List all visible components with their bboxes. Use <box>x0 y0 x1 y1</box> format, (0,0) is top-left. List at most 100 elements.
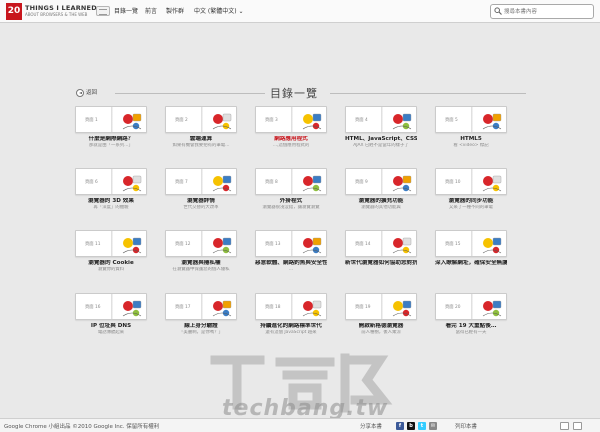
toc-card-thumbnail[interactable]: 頁面 14 <box>345 230 417 257</box>
minimize-icon[interactable] <box>573 422 582 430</box>
toc-card-thumbnail[interactable]: 頁面 5 <box>435 106 507 133</box>
toc-card-7[interactable]: 頁面 7 瀏覽器詳情 世代交替的大改革 <box>165 168 237 210</box>
chapter-subtitle: 世代交替的大改革 <box>183 204 219 210</box>
toc-card-thumbnail[interactable]: 頁面 2 <box>165 106 237 133</box>
toc-card-2[interactable]: 頁面 2 雲端運算 如果有機會我要把有的筆電… <box>165 106 237 148</box>
toc-card-16[interactable]: 頁面 16 IP 位址與 DNS 電話簿聽起來 <box>75 293 147 335</box>
toc-card-14[interactable]: 頁面 14 新世代瀏覽器如何協助您對抗惡意軟體與網路釣魚 <box>345 230 417 267</box>
toc-card-6[interactable]: 頁面 6 瀏覽器的 3D 效果 再「深度」的體驗 <box>75 168 147 210</box>
chapter-title[interactable]: HTML5 <box>435 136 507 143</box>
page-number-label: 頁面 1 <box>85 118 98 123</box>
nav-toc-link[interactable]: 目錄一覽 <box>114 6 138 15</box>
nav-intro-link[interactable]: 前言 <box>145 6 157 15</box>
chapter-title[interactable]: 惡意軟體、網路釣魚與安全性風險 <box>255 260 327 267</box>
toc-card-12[interactable]: 頁面 12 瀏覽器與隱私權 在瀏覽器中保護您的個人隱私 <box>165 230 237 272</box>
toc-card-thumbnail[interactable]: 頁面 18 <box>255 293 327 320</box>
toc-card-15[interactable]: 頁面 15 深入瞭解網址，確保安全無虞 <box>435 230 507 267</box>
page-number-label: 頁面 6 <box>85 180 98 185</box>
toc-card-thumbnail[interactable]: 頁面 4 <box>345 106 417 133</box>
fullscreen-icon[interactable] <box>560 422 569 430</box>
toc-card-5[interactable]: 頁面 5 HTML5 看 <video> 標記 <box>435 106 507 148</box>
logo-subtitle: ABOUT BROWSERS & THE WEB <box>25 12 88 17</box>
chapter-title[interactable]: 深入瞭解網址，確保安全無虞 <box>435 260 507 267</box>
print-button[interactable]: 列印本書 <box>455 422 477 430</box>
chapter-title[interactable]: 瀏覽器的同步功能 <box>435 198 507 205</box>
chapter-title[interactable]: 外掛程式 <box>255 198 327 205</box>
page-number-label: 頁面 10 <box>445 180 461 185</box>
toc-card-thumbnail[interactable]: 頁面 17 <box>165 293 237 320</box>
chapter-title[interactable]: 什麼是網際網路？ <box>75 136 147 143</box>
toc-card-13[interactable]: 頁面 13 惡意軟體、網路釣魚與安全性風險… <box>255 230 327 272</box>
bottom-bar: Google Chrome 小組出品 ©2010 Google Inc. 保留所… <box>0 418 600 432</box>
logo[interactable]: 20 THINGS I LEARNED ABOUT BROWSERS & THE… <box>6 3 97 20</box>
page-number-label: 頁面 11 <box>85 242 101 247</box>
twitter-icon[interactable]: t <box>418 422 426 430</box>
toc-card-thumbnail[interactable]: 頁面 12 <box>165 230 237 257</box>
facebook-icon[interactable]: f <box>396 422 404 430</box>
nav-credits-link[interactable]: 製作群 <box>166 6 184 15</box>
language-select[interactable]: 中文 (繁體中文) ⌄ <box>194 6 244 15</box>
toc-card-8[interactable]: 頁面 8 外掛程式 瀏覽器很淺沒錯，讓瀏覽瀏覽 <box>255 168 327 210</box>
chapter-title[interactable]: HTML、JavaScript、CSS 等 <box>345 136 417 143</box>
page-number-label: 頁面 8 <box>265 180 278 185</box>
toc-card-thumbnail[interactable]: 頁面 3 <box>255 106 327 133</box>
chapter-subtitle: 前人種樹，後人乘涼 <box>361 329 401 335</box>
toc-card-thumbnail[interactable]: 頁面 7 <box>165 168 237 195</box>
toc-card-thumbnail[interactable]: 頁面 13 <box>255 230 327 257</box>
back-button[interactable]: 返回 <box>76 88 97 98</box>
chapter-title[interactable]: 持續進化的網路標準世代 <box>255 323 327 330</box>
email-icon[interactable]: ✉ <box>429 422 437 430</box>
toc-card-4[interactable]: 頁面 4 HTML、JavaScript、CSS 等AJAX 已經不是當年的樣子了 <box>345 106 417 148</box>
page-number-label: 頁面 5 <box>445 118 458 123</box>
toc-card-thumbnail[interactable]: 頁面 1 <box>75 106 147 133</box>
buzz-icon[interactable]: b <box>407 422 415 430</box>
toc-card-9[interactable]: 頁面 9 瀏覽器的擴充功能 瀏覽器的其他功能與 <box>345 168 417 210</box>
toc-card-1[interactable]: 頁面 1 什麼是網際網路？ 那就是由「一系列…」 <box>75 106 147 148</box>
web-apps-icon <box>302 113 322 130</box>
chapter-title[interactable]: 瀏覽器的 3D 效果 <box>75 198 147 205</box>
chapter-title[interactable]: 網路應用程式 <box>255 136 327 143</box>
chapter-title[interactable]: 瀏覽器詳情 <box>165 198 237 205</box>
page-title: 目錄一覽 <box>270 87 318 100</box>
toc-card-3[interactable]: 頁面 3 網路應用程式 …,這個應用程式的 <box>255 106 327 148</box>
page-number-label: 頁面 17 <box>175 305 191 310</box>
chapter-title[interactable]: 雲端運算 <box>165 136 237 143</box>
chapter-title[interactable]: 線上身分驗證 <box>165 323 237 330</box>
page-number-label: 頁面 20 <box>445 305 461 310</box>
chapter-title[interactable]: 瀏覽器的 Cookie <box>75 260 147 267</box>
toc-card-19[interactable]: 頁面 19 開啟新格德瀏覽器 前人種樹，後人乘涼 <box>345 293 417 335</box>
toc-card-thumbnail[interactable]: 頁面 9 <box>345 168 417 195</box>
privacy-icon <box>212 237 232 254</box>
toc-card-thumbnail[interactable]: 頁面 15 <box>435 230 507 257</box>
toc-card-thumbnail[interactable]: 頁面 8 <box>255 168 327 195</box>
chapter-title[interactable]: 瀏覽器的擴充功能 <box>345 198 417 205</box>
toc-card-thumbnail[interactable]: 頁面 16 <box>75 293 147 320</box>
chapter-subtitle: 電話簿聽起來 <box>97 329 125 335</box>
toc-card-thumbnail[interactable]: 頁面 11 <box>75 230 147 257</box>
search-input[interactable] <box>504 6 590 17</box>
3d-glasses-icon <box>122 175 142 192</box>
toc-card-11[interactable]: 頁面 11 瀏覽器的 Cookie 瀏覽你的資料 <box>75 230 147 272</box>
view-toggle-icon[interactable] <box>96 6 110 16</box>
toc-card-17[interactable]: 頁面 17 線上身分驗證 「美麗啊，是你嗎？」 <box>165 293 237 335</box>
page-number-label: 頁面 19 <box>355 305 371 310</box>
chapter-subtitle: 當得已經有一天 <box>455 329 487 335</box>
browser-history-icon <box>212 175 232 192</box>
chapter-title[interactable]: 開啟新格德瀏覽器 <box>345 323 417 330</box>
chapter-title[interactable]: IP 位址與 DNS <box>75 323 147 330</box>
chapter-title[interactable]: 看完 19 大重點後… <box>435 323 507 330</box>
chapter-subtitle: … <box>288 266 294 272</box>
toc-card-thumbnail[interactable]: 頁面 10 <box>435 168 507 195</box>
logo-title: THINGS I LEARNED <box>25 4 97 12</box>
toc-card-thumbnail[interactable]: 頁面 20 <box>435 293 507 320</box>
chapter-title[interactable]: 新世代瀏覽器如何協助您對抗惡意軟體與網路釣魚 <box>345 260 417 267</box>
chapter-subtitle: 瀏覽器很淺沒錯，讓瀏覽瀏覽 <box>262 204 320 210</box>
extension-icon <box>392 175 412 192</box>
toc-card-thumbnail[interactable]: 頁面 6 <box>75 168 147 195</box>
toc-card-thumbnail[interactable]: 頁面 19 <box>345 293 417 320</box>
toc-card-18[interactable]: 頁面 18 持續進化的網路標準世代 還有這個 JavaScript 越來 <box>255 293 327 335</box>
toc-card-10[interactable]: 頁面 10 瀏覽器的同步功能 又來了一種不同的筆電 <box>435 168 507 210</box>
chapter-title[interactable]: 瀏覽器與隱私權 <box>165 260 237 267</box>
toc-card-20[interactable]: 頁面 20 看完 19 大重點後… 當得已經有一天 <box>435 293 507 335</box>
page-number-label: 頁面 4 <box>355 118 368 123</box>
